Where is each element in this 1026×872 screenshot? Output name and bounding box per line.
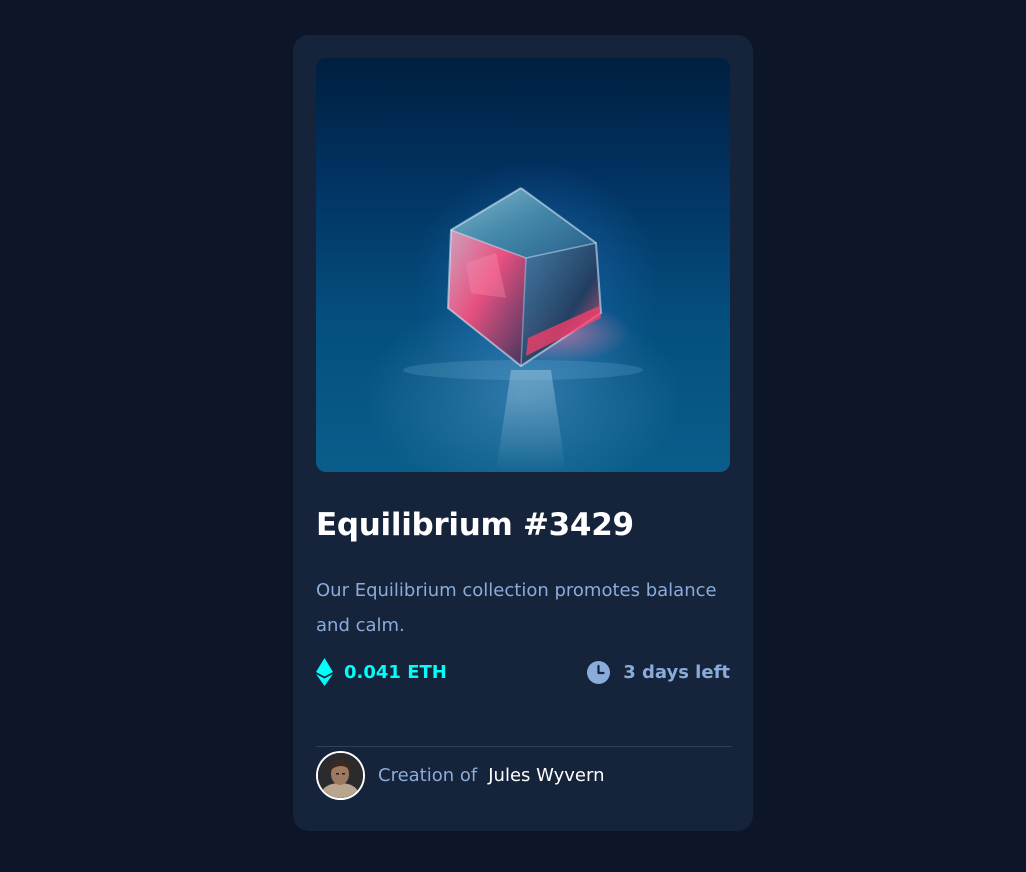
ethereum-icon: [316, 658, 333, 686]
creator: Creation of Jules Wyvern: [316, 750, 604, 800]
clock-icon: [587, 660, 611, 684]
time-left: 3 days left: [587, 655, 730, 689]
avatar: [316, 750, 365, 800]
avatar-portrait: [318, 752, 363, 798]
nft-description: Our Equilibrium collection promotes bala…: [316, 580, 717, 636]
nft-stats: 0.041 ETH 3 days left: [316, 655, 730, 689]
nft-image[interactable]: [316, 58, 730, 472]
time-left-value: 3 days left: [623, 661, 730, 683]
creator-name-link[interactable]: Jules Wyvern: [488, 765, 604, 786]
creator-prefix: Creation of: [378, 764, 478, 786]
price: 0.041 ETH: [316, 655, 447, 689]
divider: [316, 746, 732, 747]
nft-title[interactable]: Equilibrium #3429: [316, 507, 634, 543]
cube-illustration: [403, 187, 643, 472]
price-value: 0.041 ETH: [344, 661, 447, 683]
nft-card: Equilibrium #3429 Our Equilibrium collec…: [293, 35, 753, 831]
